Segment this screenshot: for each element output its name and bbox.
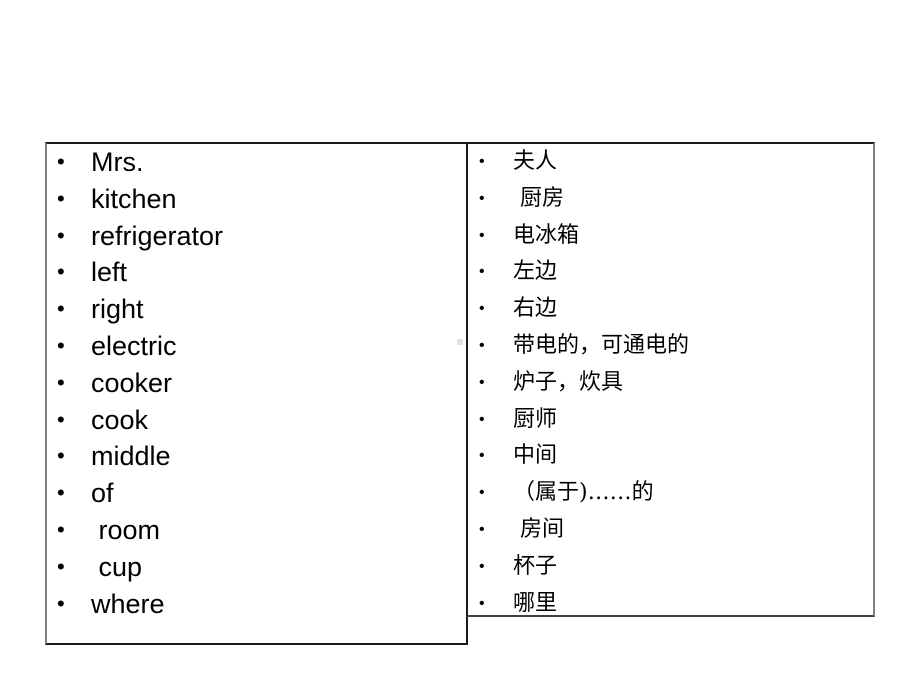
english-word: left: [91, 257, 128, 288]
list-item: • 夫人: [479, 146, 689, 183]
list-item: • 带电的，可通电的: [479, 330, 689, 367]
list-item: • left: [57, 256, 223, 293]
bullet-icon: •: [479, 189, 485, 207]
list-item: • of: [57, 477, 223, 514]
english-word: where: [91, 588, 165, 619]
chinese-meaning: 炉子，炊具: [513, 369, 624, 395]
chinese-meaning: 中间: [513, 443, 558, 469]
bullet-icon: •: [57, 149, 65, 174]
list-item: • cooker: [57, 367, 223, 404]
bullet-icon: •: [479, 594, 485, 612]
english-word: kitchen: [91, 183, 177, 214]
bullet-icon: •: [57, 553, 65, 579]
list-item: • （属于)……的: [479, 477, 689, 514]
bullet-icon: •: [479, 447, 485, 465]
bullet-icon: •: [57, 296, 65, 322]
list-item: • 杯子: [479, 551, 689, 588]
bullet-icon: •: [57, 222, 65, 248]
english-word-list-box: • Mrs. • kitchen • refrigerator • left • righ…: [45, 142, 468, 645]
english-word: right: [91, 294, 144, 325]
bullet-icon: •: [57, 516, 65, 542]
english-word: of: [91, 478, 114, 509]
bullet-icon: •: [479, 373, 485, 391]
english-word: cup: [91, 551, 143, 582]
bullet-icon: •: [479, 520, 485, 538]
list-item: • electric: [57, 330, 223, 367]
chinese-meaning: 带电的，可通电的: [513, 332, 690, 358]
english-word: middle: [91, 441, 171, 472]
english-word: Mrs.: [91, 147, 144, 177]
bullet-icon: •: [57, 443, 65, 469]
bullet-icon: •: [57, 369, 65, 395]
bullet-icon: •: [57, 332, 65, 358]
chinese-meaning: 厨师: [513, 406, 558, 432]
chinese-meaning-list-box: • 夫人 • 厨房 • 电冰箱 • 左边 • 右边 • 带电的，可通电的 • 炉子，炊具 •…: [466, 142, 875, 617]
bullet-icon: •: [479, 263, 485, 281]
bullet-icon: •: [479, 336, 485, 354]
list-item: • room: [57, 514, 223, 551]
chinese-meaning: 杯子: [513, 553, 558, 579]
chinese-meaning: 厨房: [513, 185, 564, 211]
chinese-meaning: 左边: [513, 259, 558, 285]
list-item: • 左边: [479, 256, 689, 293]
bullet-icon: •: [479, 153, 485, 170]
list-item: • refrigerator: [57, 220, 223, 257]
chinese-meaning: 哪里: [513, 590, 558, 616]
list-item: • middle: [57, 440, 223, 477]
bullet-icon: •: [479, 484, 485, 502]
bullet-icon: •: [479, 300, 485, 318]
bullet-icon: •: [57, 185, 65, 211]
list-item: • Mrs.: [57, 146, 223, 183]
list-item: • 炉子，炊具: [479, 367, 689, 404]
chinese-meaning-list: • 夫人 • 厨房 • 电冰箱 • 左边 • 右边 • 带电的，可通电的 • 炉子，炊具 •…: [479, 146, 689, 624]
chinese-meaning: 电冰箱: [513, 222, 580, 248]
bullet-icon: •: [479, 557, 485, 575]
list-item: • 电冰箱: [479, 220, 689, 257]
list-item: • kitchen: [57, 183, 223, 220]
list-item: • where: [57, 588, 223, 625]
chinese-meaning: 房间: [513, 516, 564, 542]
list-item: • 厨师: [479, 404, 689, 441]
english-word: electric: [91, 330, 177, 361]
chinese-meaning: （属于)……的: [513, 480, 654, 506]
bullet-icon: •: [57, 590, 65, 616]
english-word: cook: [91, 404, 149, 435]
chinese-meaning: 右边: [513, 296, 558, 322]
list-item: • right: [57, 293, 223, 330]
bullet-icon: •: [57, 406, 65, 432]
chinese-meaning: 夫人: [513, 149, 558, 174]
bullet-icon: •: [57, 480, 65, 506]
bullet-icon: •: [479, 410, 485, 428]
english-word: refrigerator: [91, 220, 224, 251]
list-item: • 右边: [479, 293, 689, 330]
bullet-icon: •: [479, 226, 485, 244]
list-item: • cook: [57, 404, 223, 441]
bullet-icon: •: [57, 259, 65, 285]
list-item: • 中间: [479, 440, 689, 477]
list-item: • 房间: [479, 514, 689, 551]
list-item: • cup: [57, 551, 223, 588]
english-word: room: [91, 514, 161, 545]
english-word-list: • Mrs. • kitchen • refrigerator • left • righ…: [57, 146, 223, 624]
english-word: cooker: [91, 367, 173, 398]
list-item: • 哪里: [479, 588, 689, 625]
list-item: • 厨房: [479, 183, 689, 220]
small-gray-marker: [457, 339, 463, 345]
